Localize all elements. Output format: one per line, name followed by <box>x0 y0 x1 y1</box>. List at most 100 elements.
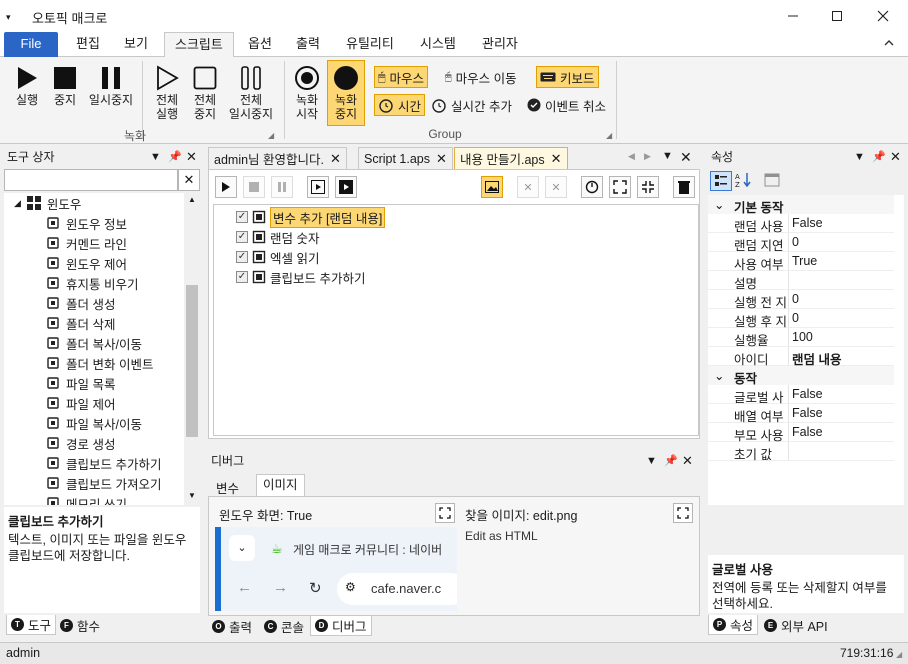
property-divider[interactable] <box>788 328 789 346</box>
toolbox-item[interactable]: 파일 목록 <box>46 373 115 393</box>
property-row[interactable]: 실행율 100 <box>708 328 894 348</box>
doc-expand-button[interactable] <box>609 176 631 198</box>
property-row[interactable]: 실행 전 지0 <box>708 290 894 310</box>
property-divider[interactable] <box>788 252 789 270</box>
row-checkbox[interactable]: ✓ <box>236 211 248 223</box>
scroll-down-icon[interactable]: ▼ <box>188 491 196 500</box>
dropdown-icon[interactable]: ▼ <box>854 147 865 167</box>
doc-collapse-button[interactable] <box>637 176 659 198</box>
property-value[interactable]: 0 <box>792 311 799 325</box>
expand-window-button[interactable] <box>435 503 455 523</box>
toolbox-item[interactable]: 윈도우 제어 <box>46 253 127 273</box>
doc-image-button[interactable] <box>481 176 503 198</box>
property-divider[interactable] <box>788 347 789 365</box>
toolbox-item[interactable]: 클립보드 추가하기 <box>46 453 161 473</box>
group-launcher-icon[interactable]: ◢ <box>268 131 274 140</box>
toolbox-item[interactable]: 커멘드 라인 <box>46 233 127 253</box>
doc-run-to-button[interactable] <box>335 176 357 198</box>
close-icon[interactable]: ✕ <box>436 151 447 167</box>
doc-tab-script1[interactable]: Script 1.aps ✕ <box>358 147 453 169</box>
scroll-thumb[interactable] <box>186 285 198 437</box>
scroll-up-icon[interactable]: ▲ <box>188 195 196 204</box>
record-start-button[interactable]: 녹화 시작 <box>288 60 326 126</box>
group-launcher-icon[interactable]: ◢ <box>606 131 612 140</box>
doc-remove-all-button[interactable]: ✕ <box>545 176 567 198</box>
property-row[interactable]: 설명 <box>708 271 894 291</box>
row-checkbox[interactable]: ✓ <box>236 251 248 263</box>
close-icon[interactable]: ✕ <box>551 151 562 167</box>
doc-stop-button[interactable] <box>243 176 265 198</box>
toolbox-item[interactable]: 윈도우 정보 <box>46 213 127 233</box>
script-row[interactable]: ✓ 랜덤 숫자 <box>236 227 319 247</box>
dropdown-icon[interactable]: ▼ <box>646 450 657 472</box>
tab-external-api[interactable]: E 외부 API <box>760 615 832 635</box>
tab-file[interactable]: File <box>4 32 58 57</box>
scroll-right-icon[interactable]: ▶ <box>644 151 651 162</box>
tab-output-panel[interactable]: O 출력 <box>208 616 256 636</box>
tab-tools[interactable]: T 도구 <box>6 615 57 635</box>
tab-output[interactable]: 출력 <box>286 32 330 57</box>
pin-icon[interactable]: 📌 <box>664 450 678 472</box>
doc-pause-button[interactable] <box>271 176 293 198</box>
property-value[interactable]: False <box>792 387 823 401</box>
close-icon[interactable]: ✕ <box>186 147 197 167</box>
toolbox-item[interactable]: 폴더 변화 이벤트 <box>46 353 153 373</box>
doc-step-button[interactable] <box>307 176 329 198</box>
clear-search-button[interactable]: ✕ <box>178 169 200 191</box>
maximize-button[interactable] <box>814 0 860 32</box>
property-value[interactable]: 0 <box>792 235 799 249</box>
property-pages-button[interactable] <box>762 171 784 191</box>
debug-tab-image[interactable]: 이미지 <box>256 474 305 496</box>
close-icon[interactable]: ✕ <box>682 450 693 472</box>
property-value[interactable]: True <box>792 254 817 268</box>
expand-find-button[interactable] <box>673 503 693 523</box>
toolbox-search-input[interactable] <box>4 169 178 191</box>
tab-functions[interactable]: F 함수 <box>56 615 104 635</box>
property-row[interactable]: 랜덤 지연 0 <box>708 233 894 253</box>
toolbox-item[interactable]: 경로 생성 <box>46 433 115 453</box>
property-divider[interactable] <box>788 233 789 251</box>
stop-button[interactable]: 중지 <box>46 60 84 120</box>
alphabetical-view-button[interactable]: AZ <box>734 171 756 191</box>
tree-category-window[interactable]: ◢ 윈도우 <box>14 193 81 213</box>
property-divider[interactable] <box>788 309 789 327</box>
property-value[interactable]: 100 <box>792 330 813 344</box>
doc-tab-welcome[interactable]: admin님 환영합니다. ✕ <box>208 147 347 169</box>
script-row[interactable]: ✓ 엑셀 읽기 <box>236 247 319 267</box>
property-divider[interactable] <box>788 271 789 289</box>
property-category[interactable]: ⌄ 기본 동작 <box>708 195 894 215</box>
minimize-button[interactable] <box>770 0 816 32</box>
property-row[interactable]: 사용 여부 True <box>708 252 894 272</box>
tab-utility[interactable]: 유틸리티 <box>336 32 404 57</box>
close-icon[interactable]: ✕ <box>680 149 692 166</box>
categorized-view-button[interactable] <box>710 171 732 191</box>
event-cancel-toggle[interactable]: 이벤트 취소 <box>524 94 609 116</box>
play-all-button[interactable]: 전체 실행 <box>148 60 186 126</box>
toolbox-item[interactable]: 폴더 삭제 <box>46 313 115 333</box>
tab-admin[interactable]: 관리자 <box>472 32 528 57</box>
tab-script[interactable]: 스크립트 <box>164 32 234 58</box>
property-divider[interactable] <box>788 290 789 308</box>
close-icon[interactable]: ✕ <box>890 147 901 167</box>
mouse-move-toggle[interactable]: 🖱 마우스 이동 <box>442 66 520 88</box>
doc-play-button[interactable] <box>215 176 237 198</box>
property-row[interactable]: 초기 값 <box>708 442 894 462</box>
doc-refresh-button[interactable] <box>581 176 603 198</box>
chevron-down-icon[interactable]: ⌄ <box>714 368 724 383</box>
play-button[interactable]: 실행 <box>8 60 46 120</box>
tab-properties[interactable]: P 속성 <box>708 615 759 635</box>
chevron-down-icon[interactable]: ⌄ <box>714 197 724 212</box>
row-checkbox[interactable]: ✓ <box>236 231 248 243</box>
property-value[interactable]: False <box>792 216 823 230</box>
tab-view[interactable]: 보기 <box>114 32 158 57</box>
doc-tab-content[interactable]: 내용 만들기.aps ✕ <box>454 147 568 169</box>
pin-icon[interactable]: 📌 <box>168 147 182 167</box>
keyboard-toggle[interactable]: 키보드 <box>536 66 599 88</box>
realtime-add-toggle[interactable]: 실시간 추가 <box>428 94 515 116</box>
property-value[interactable]: False <box>792 425 823 439</box>
time-toggle[interactable]: 시간 <box>374 94 426 116</box>
mouse-toggle[interactable]: 🖱 마우스 <box>374 66 429 88</box>
script-row[interactable]: ✓ 클립보드 추가하기 <box>236 267 365 287</box>
toolbox-item[interactable]: 휴지통 비우기 <box>46 273 138 293</box>
property-divider[interactable] <box>788 214 789 232</box>
